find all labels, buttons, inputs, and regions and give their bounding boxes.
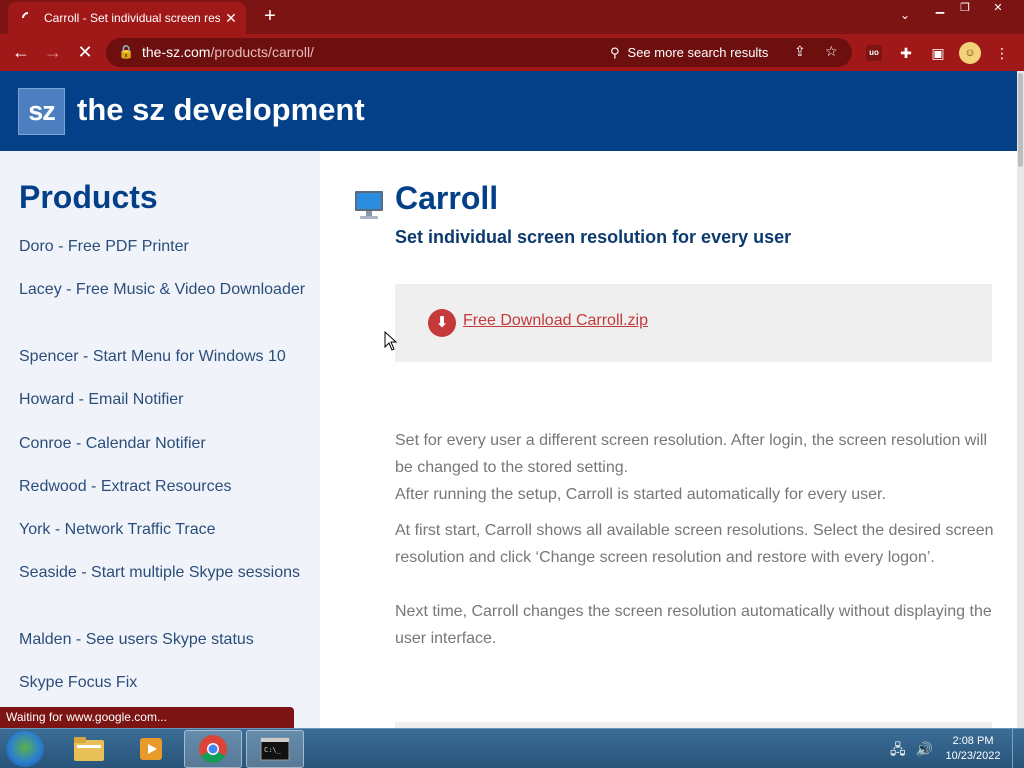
product-title: Carroll [395, 180, 499, 216]
sidebar-heading: Products [19, 179, 158, 215]
search-results-chip[interactable]: ⚲ See more search results [604, 42, 774, 63]
minimize-button[interactable]: ▁ [928, 0, 952, 18]
description-paragraph-1: Set for every user a different screen re… [395, 432, 988, 476]
command-prompt-icon: C:\_ [260, 737, 290, 761]
sidebar-item-howard[interactable]: Howard - Email Notifier [19, 388, 309, 412]
ublock-extension-icon[interactable]: uo [866, 45, 882, 61]
lock-icon: 🔒 [118, 44, 135, 59]
restore-button[interactable]: ❐ [954, 0, 976, 18]
sidebar-item-york[interactable]: York - Network Traffic Trace [19, 518, 309, 542]
chrome-icon [199, 735, 227, 763]
sidebar-item-conroe[interactable]: Conroe - Calendar Notifier [19, 432, 309, 456]
profile-avatar[interactable]: ☺ [959, 42, 981, 64]
download-box: ⬇ Free Download Carroll.zip [395, 284, 992, 362]
share-icon[interactable]: ⇪ [794, 43, 806, 60]
mouse-cursor-icon [384, 331, 398, 351]
show-desktop-button[interactable] [1012, 729, 1024, 768]
sidebar-item-lacey[interactable]: Lacey - Free Music & Video Downloader [19, 278, 309, 302]
product-subtitle: Set individual screen resolution for eve… [395, 227, 792, 247]
address-bar[interactable]: 🔒 the-sz.com/products/carroll/ ⚲ See mor… [106, 38, 852, 67]
download-arrow-icon[interactable]: ⬇ [428, 309, 456, 337]
sidebar-item-seaside[interactable]: Seaside - Start multiple Skype sessions [19, 561, 309, 585]
taskbar-clock[interactable]: 2:08 PM 10/23/2022 [938, 734, 1008, 764]
bookmark-star-icon[interactable]: ☆ [825, 43, 838, 60]
system-tray: 🖧 🔊 [890, 739, 933, 763]
chrome-taskbar-button[interactable] [184, 730, 242, 768]
back-arrow-icon[interactable]: ← [8, 40, 34, 66]
sidebar-item-redwood[interactable]: Redwood - Extract Resources [19, 475, 309, 499]
page-scrollbar[interactable] [1017, 71, 1024, 728]
clock-time: 2:08 PM [952, 735, 994, 747]
sidebar-item-malden[interactable]: Malden - See users Skype status [19, 628, 309, 652]
forward-arrow-icon[interactable]: → [40, 40, 66, 66]
tab-carroll[interactable]: Carroll - Set individual screen res ✕ [8, 2, 246, 34]
extensions-puzzle-icon[interactable]: ✚ [895, 43, 917, 63]
new-tab-button[interactable]: + [258, 5, 282, 29]
browser-toolbar: ← → ✕ 🔒 the-sz.com/products/carroll/ ⚲ S… [0, 34, 1024, 71]
url-text: the-sz.com/products/carroll/ [142, 44, 314, 60]
start-button[interactable] [6, 731, 44, 767]
monitor-icon [355, 191, 383, 219]
site-header: sz the sz development [0, 71, 1017, 151]
url-path: /products/carroll/ [210, 44, 314, 60]
menu-kebab-icon[interactable]: ⋮ [991, 43, 1013, 63]
clock-date: 10/23/2022 [945, 750, 1001, 762]
media-player-button[interactable] [122, 730, 180, 768]
tab-search-chevron-icon[interactable]: ⌄ [893, 8, 917, 26]
volume-icon[interactable]: 🔊 [916, 741, 933, 757]
download-link[interactable]: Free Download Carroll.zip [463, 312, 648, 330]
svg-text:C:\_: C:\_ [264, 746, 282, 754]
sidebar-item-spencer[interactable]: Spencer - Start Menu for Windows 10 [19, 345, 309, 369]
loading-spinner-icon [19, 9, 37, 27]
search-chip-label: See more search results [627, 45, 769, 60]
side-panel-icon[interactable]: ▣ [927, 43, 949, 63]
scrollbar-thumb[interactable] [1018, 73, 1023, 167]
folder-icon [74, 737, 104, 761]
products-sidebar: Products Doro - Free PDF Printer Lacey -… [0, 151, 320, 728]
site-logo[interactable]: sz [18, 88, 65, 135]
description-paragraph-2: After running the setup, Carroll is star… [395, 486, 886, 503]
stop-loading-icon[interactable]: ✕ [72, 40, 98, 66]
url-host: the-sz.com [142, 44, 211, 60]
description-paragraph-4: Next time, Carroll changes the screen re… [395, 603, 992, 647]
browser-titlebar: Carroll - Set individual screen res ✕ + … [0, 0, 1024, 34]
site-name[interactable]: the sz development [77, 92, 365, 128]
sidebar-item-doro[interactable]: Doro - Free PDF Printer [19, 235, 309, 259]
description-paragraph-3: At first start, Carroll shows all availa… [395, 522, 994, 566]
network-icon[interactable]: 🖧 [890, 741, 906, 757]
tab-title: Carroll - Set individual screen res [44, 11, 220, 25]
product-content: Carroll Set individual screen resolution… [320, 151, 1017, 728]
status-bubble: Waiting for www.google.com... [0, 707, 294, 728]
media-player-icon [140, 738, 162, 760]
search-icon: ⚲ [610, 44, 620, 60]
sidebar-item-skype-focus-fix[interactable]: Skype Focus Fix [19, 671, 309, 695]
close-window-button[interactable]: ✕ [978, 0, 1018, 18]
cmd-taskbar-button[interactable]: C:\_ [246, 730, 304, 768]
tab-close-icon[interactable]: ✕ [220, 10, 242, 27]
file-explorer-button[interactable] [60, 730, 118, 768]
windows-taskbar: C:\_ 🖧 🔊 2:08 PM 10/23/2022 [0, 728, 1024, 768]
